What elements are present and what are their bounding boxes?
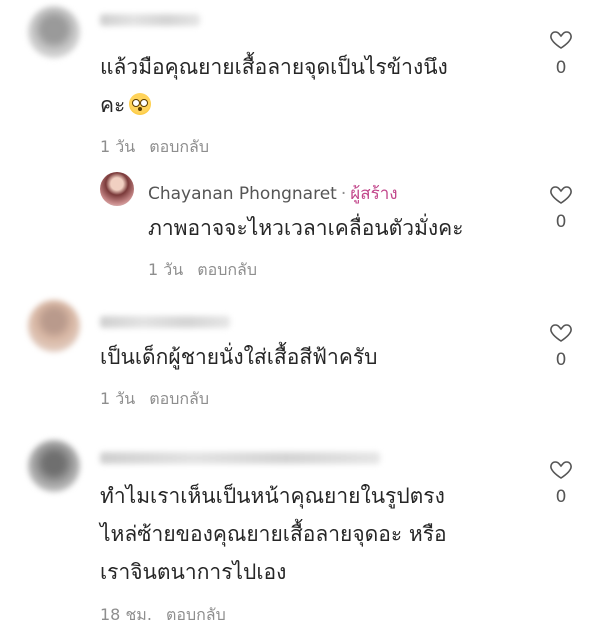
heart-outline-icon[interactable]: [548, 182, 574, 206]
comment-text: แล้วมือคุณยายเสื้อลายจุดเป็นไรข้างนึง คะ: [100, 55, 448, 117]
heart-outline-icon[interactable]: [548, 320, 574, 344]
comment-time: 18 ชม.: [100, 605, 152, 624]
reply-button[interactable]: ตอบกลับ: [149, 137, 209, 156]
like-count: 0: [555, 350, 567, 370]
flushed-face-emoji: [129, 93, 152, 115]
separator-dot: ·: [340, 184, 347, 204]
avatar[interactable]: [28, 440, 80, 492]
heart-outline-icon[interactable]: [548, 27, 574, 51]
comment-meta: 1 วัน ตอบกลับ: [100, 135, 209, 160]
blurred-username[interactable]: [100, 452, 380, 464]
comment-author-line: Chayanan Phongnaret · ผู้สร้าง: [148, 180, 398, 207]
comment-text: ทำไมเราเห็นเป็นหน้าคุณยายในรูปตรง ไหล่ซ้…: [100, 484, 447, 584]
comment-text: ภาพอาจจะไหวเวลาเคลื่อนตัวมั่งคะ: [148, 216, 464, 240]
comment-meta: 1 วัน ตอบกลับ: [148, 258, 257, 283]
heart-outline-icon[interactable]: [548, 457, 574, 481]
like-count: 0: [555, 58, 567, 78]
blurred-username[interactable]: [100, 316, 230, 328]
like-count: 0: [555, 212, 567, 232]
comment-text: เป็นเด็กผู้ชายนั่งใส่เสื้อสีฟ้าครับ: [100, 345, 378, 369]
creator-badge: ผู้สร้าง: [350, 184, 398, 204]
reply-button[interactable]: ตอบกลับ: [166, 605, 226, 624]
comment-time: 1 วัน: [100, 137, 136, 156]
blurred-username[interactable]: [100, 14, 200, 26]
avatar[interactable]: [28, 6, 80, 58]
avatar[interactable]: [28, 300, 80, 352]
comment-meta: 1 วัน ตอบกลับ: [100, 387, 209, 412]
comment-meta: 18 ชม. ตอบกลับ: [100, 603, 226, 628]
reply-button[interactable]: ตอบกลับ: [197, 260, 257, 279]
comment-time: 1 วัน: [100, 389, 136, 408]
comment-time: 1 วัน: [148, 260, 184, 279]
like-count: 0: [555, 487, 567, 507]
reply-button[interactable]: ตอบกลับ: [149, 389, 209, 408]
author-name[interactable]: Chayanan Phongnaret: [148, 184, 337, 204]
creator-avatar[interactable]: [100, 172, 134, 206]
